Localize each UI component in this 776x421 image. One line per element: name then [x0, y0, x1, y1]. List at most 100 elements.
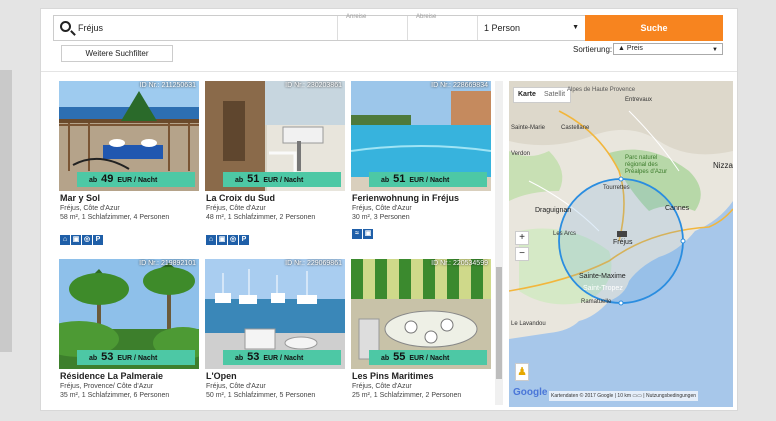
tv-icon: ▣ [363, 229, 373, 239]
pool-icon: ≈ [352, 229, 362, 239]
listing-photo[interactable]: ID Nr.: 211250631 ab 49 EUR / Nacht [59, 81, 199, 191]
location-input[interactable]: Fréjus [78, 23, 103, 33]
listing-id: ID Nr.: 229069861 [285, 260, 342, 267]
price-value: 53 [247, 351, 260, 363]
hotel-icon: ⌂ [60, 235, 70, 245]
left-background-strip [0, 70, 12, 352]
map-type-control: Karte Satellit [513, 87, 571, 103]
map-label: Cannes [665, 205, 690, 212]
listing-grid: ID Nr.: 211250631 ab 49 EUR / Nacht Mar … [53, 79, 497, 407]
listing-card[interactable]: ID Nr.: 219892101 ab 53 EUR / Nacht Rési… [59, 259, 199, 407]
amenity-icons: ≈ ▣ [352, 227, 374, 239]
map-label: Sainte-Marie [511, 125, 546, 131]
listing-card[interactable]: ID Nr.: 229069861 ab 53 EUR / Nacht L'Op… [205, 259, 345, 407]
price-value: 53 [101, 351, 114, 363]
listing-id: ID Nr.: 220534599 [431, 260, 488, 267]
price-unit: EUR / Nacht [409, 177, 450, 184]
zoom-in-button[interactable]: + [515, 231, 529, 245]
parking-icon: P [93, 235, 103, 245]
listing-photo[interactable]: ID Nr.: 219892101 ab 53 EUR / Nacht [59, 259, 199, 369]
price-tag: ab 53 EUR / Nacht [77, 350, 195, 365]
departure-field[interactable]: Abreise [408, 14, 478, 40]
persons-value: 1 Person [484, 23, 521, 33]
listing-card[interactable]: ID Nr.: 220534599 ab 55 EUR / Nacht Les … [351, 259, 491, 407]
listing-details: 58 m², 1 Schlafzimmer, 4 Personen [60, 214, 170, 221]
price-tag: ab 51 EUR / Nacht [369, 172, 487, 187]
persons-select[interactable]: 1 Person ▼ [478, 16, 588, 40]
map-tab-satellite[interactable]: Satellit [544, 91, 565, 98]
map-label: Le Lavandou [511, 321, 546, 327]
map-label: Fréjus [613, 239, 633, 246]
washer-icon: ◎ [228, 235, 238, 245]
listing-title[interactable]: Les Pins Maritimes [352, 371, 434, 381]
chevron-down-icon: ▼ [572, 24, 579, 31]
listing-title[interactable]: La Croix du Sud [206, 193, 275, 203]
more-filters-button[interactable]: Weitere Suchfilter [61, 45, 173, 62]
listing-photo[interactable]: ID Nr.: 229069861 ab 53 EUR / Nacht [205, 259, 345, 369]
sort-select[interactable]: ▲ Preis ▼ [613, 43, 723, 55]
sort-label: Sortierung: [573, 45, 613, 54]
map-attribution: Kartendaten © 2017 Google | 10 km ▭▭ | N… [549, 391, 699, 401]
departure-label: Abreise [416, 14, 437, 20]
map-label: Castellane [561, 125, 590, 131]
listing-details: 35 m², 1 Schlafzimmer, 6 Personen [60, 392, 170, 399]
price-unit: EUR / Nacht [409, 355, 450, 362]
arrival-label: Anreise [346, 14, 367, 20]
price-value: 55 [393, 351, 406, 363]
map-label: Verdon [511, 151, 531, 157]
map-label: Parc naturel régional des Préalpes d'Azu… [625, 155, 668, 175]
search-button[interactable]: Suche [585, 15, 723, 41]
pegman-icon[interactable]: ♟ [515, 363, 529, 381]
map-label: Draguignan [535, 207, 572, 214]
listing-region: Fréjus, Côte d'Azur [60, 205, 120, 212]
listing-photo[interactable]: ID Nr.: 230203861 ab 51 EUR / Nacht [205, 81, 345, 191]
map-label: Tourrettes [603, 185, 630, 191]
price-prefix: ab [381, 355, 390, 362]
listing-region: Fréjus, Côte d'Azur [206, 383, 266, 390]
listing-region: Fréjus, Côte d'Azur [352, 383, 412, 390]
price-prefix: ab [89, 177, 98, 184]
map-label: Nizza [713, 161, 733, 170]
terms-link[interactable]: Nutzungsbedingungen [646, 393, 696, 399]
map-view[interactable]: Karte Satellit + − ♟ Alpes de Haute Prov… [509, 81, 733, 407]
listing-id: ID Nr.: 219892101 [139, 260, 196, 267]
price-value: 49 [101, 173, 114, 185]
listing-scrollbar[interactable] [495, 81, 503, 405]
price-unit: EUR / Nacht [117, 355, 158, 362]
map-label: Alpes de Haute Provence [567, 87, 636, 93]
listing-photo[interactable]: ID Nr.: 220534599 ab 55 EUR / Nacht [351, 259, 491, 369]
map-label: Entrevaux [625, 97, 653, 103]
listing-id: ID Nr.: 230203861 [285, 82, 342, 89]
map-label: Saint-Tropez [583, 285, 623, 292]
location-field[interactable]: Fréjus [54, 16, 338, 40]
search-page: Fréjus Anreise Abreise 1 Person ▼ Suche … [40, 8, 738, 411]
map-label: Sainte-Maxime [579, 273, 626, 280]
listing-card[interactable]: ID Nr.: 211250631 ab 49 EUR / Nacht Mar … [59, 81, 199, 249]
price-prefix: ab [381, 177, 390, 184]
listing-id: ID Nr.: 211250631 [139, 82, 196, 89]
zoom-out-button[interactable]: − [515, 247, 529, 261]
listing-title[interactable]: Ferienwohnung in Fréjus [352, 193, 459, 203]
price-unit: EUR / Nacht [263, 177, 304, 184]
attribution-text: Kartendaten © 2017 Google [551, 393, 614, 399]
scrollbar-thumb[interactable] [496, 267, 502, 379]
listing-card[interactable]: ID Nr.: 230203861 ab 51 EUR / Nacht La C… [205, 81, 345, 249]
washer-icon: ◎ [82, 235, 92, 245]
listing-photo[interactable]: ID Nr.: 228669834 ab 51 EUR / Nacht [351, 81, 491, 191]
price-prefix: ab [235, 355, 244, 362]
tv-icon: ▣ [217, 235, 227, 245]
price-value: 51 [393, 173, 406, 185]
price-tag: ab 53 EUR / Nacht [223, 350, 341, 365]
listing-details: 25 m², 1 Schlafzimmer, 2 Personen [352, 392, 462, 399]
listing-id: ID Nr.: 228669834 [431, 82, 488, 89]
price-prefix: ab [235, 177, 244, 184]
arrival-field[interactable]: Anreise [338, 14, 408, 40]
price-value: 51 [247, 173, 260, 185]
hotel-icon: ⌂ [206, 235, 216, 245]
listing-title[interactable]: Mar y Sol [60, 193, 100, 203]
listing-card[interactable]: ID Nr.: 228669834 ab 51 EUR / Nacht Feri… [351, 81, 491, 249]
listing-title[interactable]: L'Open [206, 371, 237, 381]
map-tab-map[interactable]: Karte [518, 91, 536, 98]
listing-details: 50 m², 1 Schlafzimmer, 5 Personen [206, 392, 316, 399]
listing-title[interactable]: Résidence La Palmeraie [60, 371, 163, 381]
